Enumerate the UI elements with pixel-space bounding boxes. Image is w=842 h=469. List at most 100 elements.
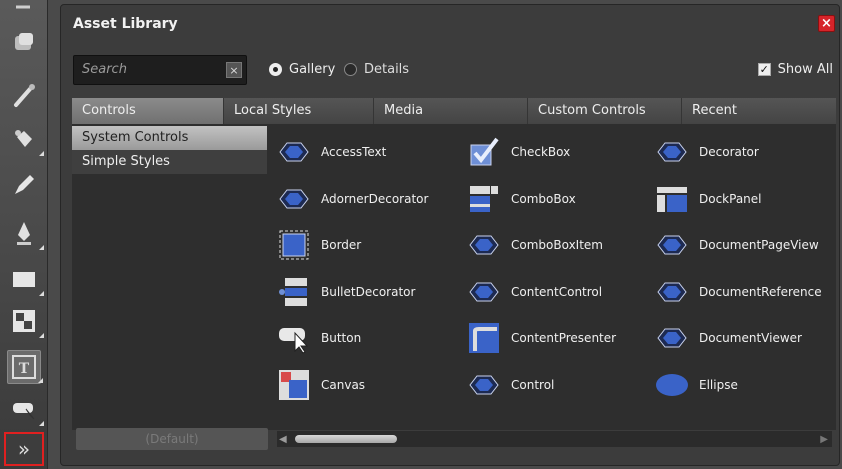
category-system-controls[interactable]: System Controls — [72, 126, 267, 150]
clear-icon: × — [229, 63, 239, 77]
grid-icon[interactable] — [7, 304, 44, 338]
diamond-control-icon — [655, 275, 689, 309]
scroll-left-icon[interactable]: ◀ — [279, 434, 287, 445]
details-radio[interactable]: Details — [344, 62, 409, 77]
panel-title: Asset Library — [73, 16, 178, 32]
control-label: Border — [321, 238, 362, 252]
eyedropper-icon[interactable] — [7, 78, 41, 112]
bottom-bar: (Default) ◀ ▶ — [72, 428, 836, 452]
control-label: DocumentReference — [699, 284, 822, 299]
zoom-icon[interactable] — [7, 26, 41, 60]
svg-text:T: T — [19, 361, 30, 377]
control-item-dockpanel[interactable]: DockPanel — [655, 179, 762, 219]
search-box: × — [73, 55, 247, 85]
control-item-control[interactable]: Control — [467, 365, 554, 405]
ellipse-icon — [655, 368, 689, 402]
checkbox-icon — [467, 135, 501, 169]
brush-icon[interactable] — [7, 168, 41, 202]
clear-search-button[interactable]: × — [226, 62, 242, 78]
tab-media[interactable]: Media — [374, 98, 528, 124]
control-label: Ellipse — [699, 377, 738, 392]
control-item-documentviewer[interactable]: DocumentViewer — [655, 318, 802, 358]
diamond-control-icon — [467, 368, 501, 402]
close-icon: × — [821, 16, 832, 31]
dockpanel-icon — [655, 182, 689, 216]
category-simple-styles[interactable]: Simple Styles — [72, 150, 267, 174]
tab-custom-controls[interactable]: Custom Controls — [528, 98, 682, 124]
show-all-label: Show All — [777, 62, 833, 77]
control-item-border[interactable]: Border — [277, 225, 361, 265]
control-item-button[interactable]: Button — [277, 318, 361, 358]
pen-icon[interactable] — [7, 216, 44, 250]
button-tool-icon[interactable] — [7, 392, 44, 426]
gallery-radio[interactable]: Gallery — [269, 62, 335, 77]
radio-unselected-icon — [344, 63, 357, 76]
control-label: ContentControl — [511, 284, 603, 299]
title-bar: Asset Library × — [61, 5, 839, 43]
radio-selected-icon — [269, 63, 282, 76]
control-item-documentpageview[interactable]: DocumentPageView — [655, 225, 819, 265]
show-all-checkbox[interactable]: ✓ Show All — [757, 62, 833, 77]
control-label: Canvas — [321, 377, 366, 392]
paint-bucket-icon[interactable] — [7, 122, 44, 156]
details-label: Details — [364, 62, 410, 77]
control-label: ComboBox — [511, 191, 576, 206]
control-item-adornerdecorator[interactable]: AdornerDecorator — [277, 179, 428, 219]
diamond-control-icon — [277, 182, 311, 216]
checkmark-icon: ✓ — [757, 63, 771, 76]
button-icon — [277, 321, 311, 355]
diamond-control-icon — [467, 275, 501, 309]
control-label: BulletDecorator — [321, 284, 416, 299]
control-label: Button — [321, 331, 362, 345]
control-label: Control — [511, 377, 555, 392]
search-row: × Gallery Details ✓ Show All — [73, 55, 833, 85]
border-icon — [277, 228, 311, 262]
canvas-icon — [277, 368, 311, 402]
diamond-control-icon — [467, 228, 501, 262]
control-label: Decorator — [699, 145, 759, 159]
control-item-combobox[interactable]: ComboBox — [467, 179, 576, 219]
search-input[interactable] — [82, 62, 222, 77]
control-item-checkbox[interactable]: CheckBox — [467, 132, 570, 172]
tab-recent[interactable]: Recent — [682, 98, 836, 124]
diamond-control-icon — [655, 135, 689, 169]
rectangle-icon[interactable] — [7, 262, 44, 296]
control-item-ellipse[interactable]: Ellipse — [655, 365, 738, 405]
control-label: DockPanel — [699, 191, 762, 206]
diamond-control-icon — [655, 228, 689, 262]
scroll-thumb[interactable] — [295, 435, 397, 443]
tab-controls[interactable]: Controls — [72, 98, 224, 124]
tab-local-styles[interactable]: Local Styles — [224, 98, 374, 124]
control-label: AccessText — [321, 145, 387, 159]
control-item-contentpresenter[interactable]: ContentPresenter — [467, 318, 616, 358]
default-style-button[interactable]: (Default) — [76, 428, 268, 450]
content-area: System Controls Simple Styles AccessText… — [72, 124, 836, 430]
control-item-comboboxitem[interactable]: ComboBoxItem — [467, 225, 603, 265]
double-chevron-icon: » — [17, 437, 31, 461]
control-item-accesstext[interactable]: AccessText — [277, 132, 386, 172]
control-label: DocumentPageView — [699, 238, 819, 252]
control-item-contentcontrol[interactable]: ContentControl — [467, 272, 602, 312]
text-icon[interactable]: T — [7, 350, 43, 384]
tab-bar: Controls Local Styles Media Custom Contr… — [72, 98, 836, 124]
control-item-canvas[interactable]: Canvas — [277, 365, 365, 405]
control-label: DocumentViewer — [699, 331, 802, 345]
control-label: ComboBoxItem — [511, 238, 603, 252]
control-item-bulletdecorator[interactable]: BulletDecorator — [277, 272, 415, 312]
scroll-right-icon[interactable]: ▶ — [820, 434, 828, 445]
horizontal-scrollbar[interactable]: ◀ ▶ — [277, 431, 832, 447]
control-label: ContentPresenter — [511, 331, 617, 345]
control-label: CheckBox — [511, 145, 571, 159]
contentpresenter-icon — [467, 321, 501, 355]
bulletdecorator-icon — [277, 275, 311, 309]
gallery-label: Gallery — [289, 62, 336, 77]
control-item-decorator[interactable]: Decorator — [655, 132, 759, 172]
combobox-icon — [467, 182, 501, 216]
control-label: AdornerDecorator — [321, 191, 429, 206]
close-button[interactable]: × — [818, 15, 835, 32]
diamond-control-icon — [655, 321, 689, 355]
toolbox: T » — [0, 0, 48, 469]
control-item-documentreference[interactable]: DocumentReference — [655, 272, 822, 312]
expand-toolbox-button[interactable]: » — [4, 432, 44, 466]
category-list: System Controls Simple Styles — [72, 126, 267, 174]
